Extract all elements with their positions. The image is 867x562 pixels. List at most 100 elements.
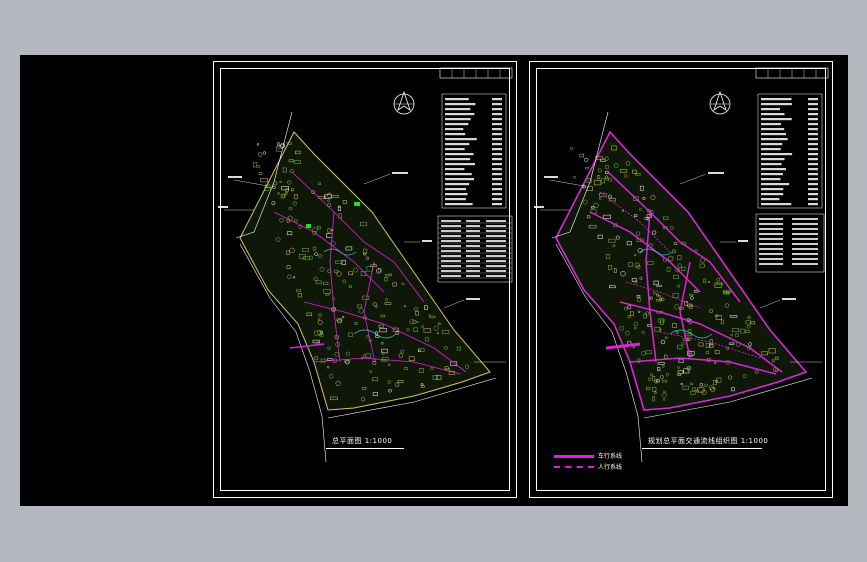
indicator-table-text xyxy=(761,103,792,106)
unit-table-text xyxy=(466,265,480,267)
indicator-table-text xyxy=(761,133,787,136)
indicator-table-text xyxy=(761,168,786,171)
indicator-table-text xyxy=(445,178,474,181)
unit-table-text xyxy=(466,275,480,277)
indicator-table-value xyxy=(492,198,502,201)
indicator-table-text xyxy=(761,188,784,191)
unit-table-text xyxy=(486,235,506,237)
indicator-table-value xyxy=(492,148,502,151)
sheet-caption: 总平面图 1:1000 xyxy=(332,437,393,445)
indicator-table-text xyxy=(445,183,470,186)
leader-line xyxy=(549,179,585,187)
unit-table-text xyxy=(466,225,480,227)
indicator-table-value xyxy=(492,153,502,156)
tree-mark xyxy=(276,145,281,150)
indicator-table-value xyxy=(808,103,818,106)
indicator-table-value xyxy=(808,173,818,176)
indicator-table-text xyxy=(445,133,466,136)
indicator-table xyxy=(441,93,507,209)
indicator-table-value xyxy=(492,173,502,176)
unit-table-text xyxy=(759,218,783,220)
unit-table-text xyxy=(466,240,480,242)
unit-table-text xyxy=(466,245,480,247)
indicator-table-text xyxy=(761,128,785,131)
indicator-table-text xyxy=(445,138,477,141)
unit-table-text xyxy=(441,265,461,267)
indicator-table-text xyxy=(761,138,788,141)
indicator-table-value xyxy=(492,168,502,171)
indicator-table-value xyxy=(492,128,502,131)
unit-table-text xyxy=(441,245,461,247)
indicator-table-value xyxy=(492,103,502,106)
indicator-table-text xyxy=(445,188,466,191)
unit-table-text xyxy=(792,243,818,245)
legend-label-pedestrian: 人行系线 xyxy=(598,464,623,471)
indicator-table-text xyxy=(445,173,472,176)
indicator-table-value xyxy=(492,98,502,101)
indicator-table-text xyxy=(761,153,793,156)
building-mark xyxy=(260,178,268,183)
site-plan-drawing xyxy=(218,67,513,463)
drawing-sheet-site-plan[interactable]: 总平面图 1:1000 xyxy=(213,61,517,498)
highlight-mark xyxy=(354,202,360,206)
unit-table-text xyxy=(792,253,818,255)
indicator-table-value xyxy=(808,193,818,196)
indicator-table-value xyxy=(808,113,818,116)
indicator-table-text xyxy=(445,163,475,166)
unit-table-text xyxy=(486,225,506,227)
indicator-table-value xyxy=(808,178,818,181)
indicator-table-text xyxy=(761,143,783,146)
building-mark xyxy=(256,165,261,168)
unit-table-text xyxy=(441,235,461,237)
building-mark xyxy=(579,153,584,158)
unit-table-text xyxy=(441,250,461,252)
callout-text-mark xyxy=(228,176,242,178)
unit-table-text xyxy=(792,223,818,225)
unit-table-text xyxy=(466,270,480,272)
indicator-table-value xyxy=(808,163,818,166)
unit-table-text xyxy=(792,233,818,235)
unit-table-text xyxy=(441,260,461,262)
indicator-table-value xyxy=(492,188,502,191)
tree-mark xyxy=(573,175,576,179)
legend-swatch-vehicle xyxy=(554,455,594,458)
unit-table-text xyxy=(486,250,506,252)
indicator-table-text xyxy=(761,158,785,161)
indicator-table-value xyxy=(492,163,502,166)
indicator-table-value xyxy=(808,168,818,171)
caption-underline xyxy=(326,448,404,449)
indicator-table-value xyxy=(808,133,818,136)
indicator-table-value xyxy=(808,153,818,156)
indicator-table-value xyxy=(808,138,818,141)
indicator-table-text xyxy=(445,118,471,121)
indicator-table-text xyxy=(761,148,781,151)
callout-text-mark xyxy=(392,172,408,174)
unit-table-text xyxy=(466,220,480,222)
indicator-table-value xyxy=(808,118,818,121)
unit-table-text xyxy=(486,255,506,257)
drawing-sheet-traffic-plan[interactable]: 规划总平面交通流线组织图 1:1000 车行系线 人行系线 xyxy=(529,61,833,498)
unit-table-text xyxy=(441,240,461,242)
tree-mark xyxy=(256,143,260,146)
traffic-plan-drawing xyxy=(534,67,829,463)
leader-line xyxy=(233,179,269,187)
caption-underline xyxy=(642,448,762,449)
unit-table-text xyxy=(759,238,783,240)
tree-mark xyxy=(570,146,574,151)
indicator-table-value xyxy=(492,143,502,146)
indicator-table-text xyxy=(761,198,780,201)
callout-text-mark xyxy=(544,176,558,178)
unit-table-text xyxy=(466,250,480,252)
indicator-table-value xyxy=(492,178,502,181)
unit-table-text xyxy=(486,260,506,262)
indicator-table-text xyxy=(761,123,781,126)
unit-table-text xyxy=(441,220,461,222)
indicator-table-value xyxy=(492,158,502,161)
indicator-table-value xyxy=(808,108,818,111)
cad-model-space[interactable]: 总平面图 1:1000 规划总平面交通流线组织图 1:1000 车行系线 人行系… xyxy=(20,55,848,506)
unit-table-text xyxy=(486,275,506,277)
indicator-table-value xyxy=(808,128,818,131)
building-mark xyxy=(253,162,258,168)
indicator-table-value xyxy=(808,188,818,191)
indicator-table-value xyxy=(808,203,818,206)
